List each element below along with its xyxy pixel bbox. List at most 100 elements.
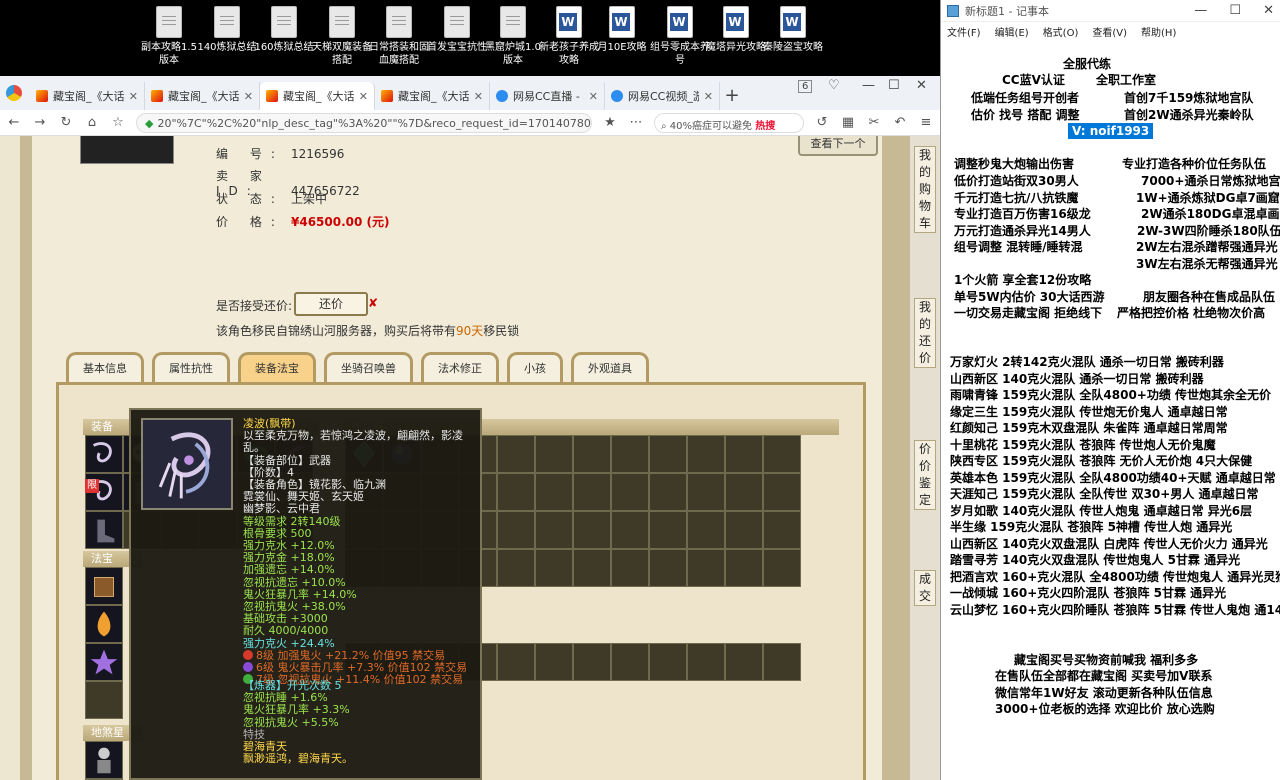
notepad-text-area[interactable]: V: noif1993 全服代练 CC蓝V认证 全职工作室 低端任务组号开创者 首创7千… — [941, 44, 1280, 780]
tab-4[interactable]: 法术修正 — [421, 352, 499, 382]
desktop-icon[interactable]: W 组号零成本养号 — [649, 6, 711, 67]
search-field[interactable]: ⌕ 40%癌症可以避免 热搜 — [654, 112, 804, 133]
desktop-icon[interactable]: 黑窟炉城1.0版本 — [482, 6, 544, 67]
close-window-icon[interactable]: ✕ — [916, 78, 927, 93]
desktop-icon[interactable]: W 月10E攻略 — [591, 6, 653, 54]
bag-empty-slot — [649, 549, 687, 587]
bag-empty-slot — [725, 435, 763, 473]
tab-1[interactable]: 属性抗性 — [152, 352, 230, 382]
bag-empty-slot — [611, 643, 649, 681]
browser-tab[interactable]: 藏宝阁_《大话》 ✕ — [30, 82, 145, 110]
browser-tab[interactable]: 藏宝阁_《大话》 ✕ — [375, 82, 490, 110]
tab-0[interactable]: 基本信息 — [66, 352, 144, 382]
tab-2[interactable]: 装备法宝 — [238, 352, 316, 382]
refresh-page-icon[interactable]: ↺ — [814, 115, 830, 130]
tooltip-forge: 【炼器】开光次数 5 忽视抗睡 +1.6% 鬼火狂暴几率 +3.3% 忽视抗鬼火 +… — [243, 679, 474, 765]
desktop-icon[interactable]: 日常搭装和固血魔搭配 — [368, 6, 430, 67]
notepad-menu-item[interactable]: 格式(O) — [1043, 24, 1079, 39]
desktop-icon[interactable]: W 魔塔异光攻略 — [705, 6, 767, 54]
bag-empty-slot — [649, 643, 687, 681]
browser-tab[interactable]: 藏宝阁_《大话》 ✕ — [260, 82, 375, 110]
desktop-icon[interactable]: 140炼狱总结 — [196, 6, 258, 54]
desktop-icon-label: 组号零成本养号 — [650, 42, 710, 66]
notepad-menu-item[interactable]: 帮助(H) — [1141, 24, 1176, 39]
tab-3[interactable]: 坐骑召唤兽 — [324, 352, 413, 382]
gem-text: 8级 加强鬼火 +21.2% 价值95 禁交易 — [256, 648, 446, 662]
side-box4[interactable]: 成交 — [914, 570, 936, 606]
notepad-menu-item[interactable]: 查看(V) — [1092, 24, 1127, 39]
back-icon[interactable]: ← — [6, 115, 22, 130]
magic-box-icon[interactable] — [85, 567, 123, 605]
magic-star-icon[interactable] — [85, 643, 123, 681]
favorite-icon[interactable]: ★ — [602, 115, 618, 130]
reload-icon[interactable]: ↻ — [58, 115, 74, 130]
notepad-menu-item[interactable]: 文件(F) — [947, 24, 981, 39]
bag-empty-slot — [763, 643, 801, 681]
tab-count-badge[interactable]: 6 — [798, 80, 813, 93]
bag-empty-slot — [611, 473, 649, 511]
star-person-icon[interactable] — [85, 741, 123, 779]
notepad-window-controls[interactable]: — ☐ ✕ — [1194, 3, 1274, 18]
maximize-icon[interactable]: ☐ — [888, 78, 900, 93]
undo-icon[interactable]: ↶ — [892, 115, 908, 130]
menu-icon[interactable]: ≡ — [918, 115, 934, 130]
home-icon[interactable]: ⌂ — [84, 115, 100, 130]
notepad-line: 朋友圈各种在售成品队伍 — [1143, 290, 1276, 304]
notepad-line: 3000+位老板的选择 欢迎比价 放心选购 — [995, 702, 1215, 716]
tab-favicon-icon — [611, 90, 623, 102]
bag-empty-slot — [763, 473, 801, 511]
notepad-line: 组号调整 混转睡/睡转混 — [954, 240, 1083, 254]
new-tab-button[interactable]: + — [720, 82, 744, 110]
browser-tab[interactable]: 网易CC直播 - 小 ✕ — [490, 82, 605, 110]
desktop-icon[interactable]: 首发宝宝抗性 — [426, 6, 488, 54]
forward-icon[interactable]: → — [32, 115, 48, 130]
tab-close-icon[interactable]: ✕ — [704, 90, 713, 103]
magic-empty-slot — [85, 681, 123, 719]
page-right-border — [882, 136, 910, 780]
desktop-icon-label: 魔塔异光攻略 — [706, 42, 766, 53]
browser-tab[interactable]: 网易CC视频_游 ✕ — [605, 82, 720, 110]
minimize-icon[interactable]: — — [862, 78, 875, 93]
browser-logo-icon[interactable] — [6, 85, 22, 101]
bag-empty-slot — [497, 549, 535, 587]
desktop-icon[interactable]: W 秦陵盗宝攻略 — [762, 6, 824, 54]
side-char: 交 — [918, 589, 931, 603]
info-price-row: 价 格: ¥46500.00 (元) — [216, 213, 390, 230]
more-icon[interactable]: ⋯ — [628, 115, 644, 130]
price-label: 价 格: — [216, 215, 284, 229]
selected-text: V: noif1993 — [1068, 123, 1154, 139]
tab-close-icon[interactable]: ✕ — [244, 90, 253, 103]
next-item-button[interactable]: 查看下一个 — [798, 136, 878, 156]
tab-close-icon[interactable]: ✕ — [474, 90, 483, 103]
bookmark-star-icon[interactable]: ☆ — [110, 115, 126, 130]
magic-fire-icon[interactable] — [85, 605, 123, 643]
tab-close-icon[interactable]: ✕ — [359, 90, 368, 103]
grid-icon[interactable]: ▦ — [840, 115, 856, 130]
equip-ribbon-icon[interactable] — [85, 435, 123, 473]
side-char: 的 — [918, 317, 931, 331]
bag-empty-slot — [535, 473, 573, 511]
notepad-line: 7000+通杀日常炼狱地宫 — [1141, 174, 1280, 188]
desktop-icon[interactable]: 160炼狱总结 — [253, 6, 315, 54]
notepad-line: 十里桃花 159克火混队 苍狼阵 传世炮人无价鬼魔 — [950, 438, 1216, 452]
side-char: 价 — [918, 459, 931, 473]
side-box3[interactable]: 价价鉴定 — [914, 440, 936, 510]
shirt-icon[interactable]: ♡ — [828, 78, 840, 93]
url-field[interactable]: ◆ 20"%7C"%2C%20"nlp_desc_tag"%3A%20""%7D&… — [136, 112, 592, 133]
migrate-days: 90天 — [456, 324, 484, 338]
side-box2[interactable]: 我的还价 — [914, 298, 936, 368]
desktop-icon[interactable]: 天梯双魔装备搭配 — [311, 6, 373, 67]
side-box1[interactable]: 我的购物车 — [914, 146, 936, 233]
equip-boot-icon[interactable] — [85, 511, 123, 549]
notepad-line: 严格把控价格 杜绝物次价高 — [1117, 306, 1266, 320]
notepad-menu-item[interactable]: 编辑(E) — [995, 24, 1029, 39]
desktop-icon[interactable]: 副本攻略1.5版本 — [138, 6, 200, 67]
bag-empty-slot — [573, 549, 611, 587]
tab-5[interactable]: 小孩 — [507, 352, 563, 382]
cut-icon[interactable]: ✂ — [866, 115, 882, 130]
counter-offer-button[interactable]: 还价 — [294, 292, 368, 316]
browser-tab[interactable]: 藏宝阁_《大话》 ✕ — [145, 82, 260, 110]
tab-6[interactable]: 外观道具 — [571, 352, 649, 382]
tab-close-icon[interactable]: ✕ — [589, 90, 598, 103]
tab-close-icon[interactable]: ✕ — [129, 90, 138, 103]
